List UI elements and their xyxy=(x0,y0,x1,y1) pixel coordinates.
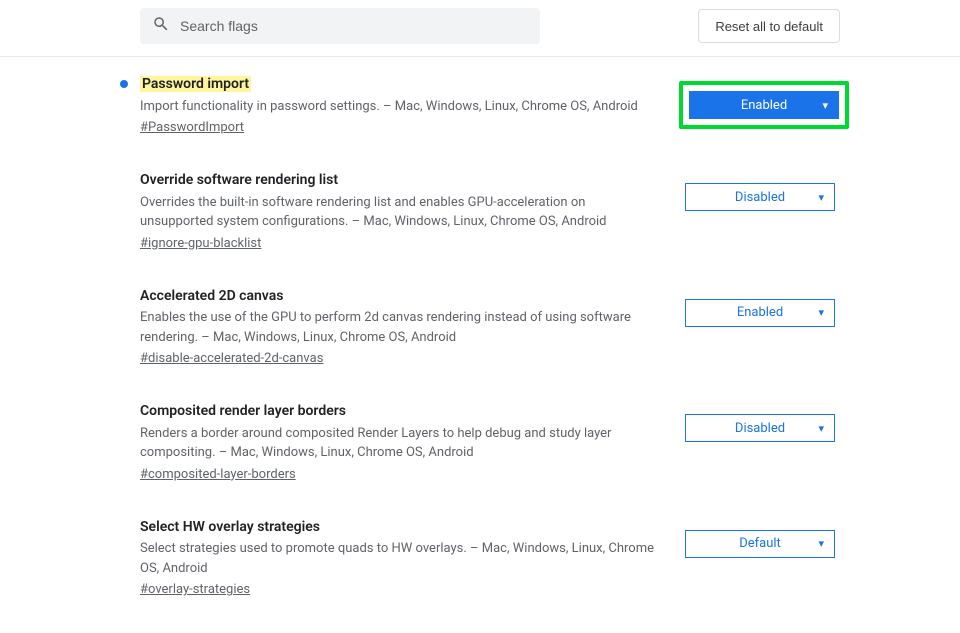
flag-anchor-link[interactable]: #ignore-gpu-blacklist xyxy=(140,236,261,251)
flag-title: Composited render layer borders xyxy=(140,402,661,422)
flag-row: Composited render layer borders Renders … xyxy=(0,402,960,518)
flag-content: Select HW overlay strategies Select stra… xyxy=(140,518,685,598)
flag-control: Disabled xyxy=(685,402,840,482)
flag-content: Composited render layer borders Renders … xyxy=(140,402,685,482)
flag-control: Enabled xyxy=(685,287,840,367)
flag-title: Password import xyxy=(140,76,251,92)
flag-description: Select strategies used to promote quads … xyxy=(140,539,661,578)
flag-row: Select HW overlay strategies Select stra… xyxy=(0,518,960,633)
flag-select[interactable]: Disabled xyxy=(685,414,835,442)
flag-select[interactable]: Enabled xyxy=(685,299,835,327)
flag-anchor-link[interactable]: #composited-layer-borders xyxy=(140,467,296,482)
flag-row: Override software rendering list Overrid… xyxy=(0,171,960,287)
flag-title: Accelerated 2D canvas xyxy=(140,287,661,307)
flag-select[interactable]: Default xyxy=(685,530,835,558)
flag-select-value: Default xyxy=(739,536,781,551)
search-input[interactable] xyxy=(180,18,528,34)
flag-control: Default xyxy=(685,518,840,598)
flag-content: Password import Import functionality in … xyxy=(140,75,685,135)
modified-dot-icon xyxy=(120,80,128,88)
modified-indicator-col xyxy=(120,171,140,251)
flag-select-value: Enabled xyxy=(741,98,787,113)
flag-select-value: Enabled xyxy=(737,305,783,320)
flag-row: Password import Import functionality in … xyxy=(0,75,960,171)
flag-content: Accelerated 2D canvas Enables the use of… xyxy=(140,287,685,367)
flag-control: Enabled xyxy=(685,75,840,135)
flag-description: Renders a border around composited Rende… xyxy=(140,424,661,463)
flag-description: Enables the use of the GPU to perform 2d… xyxy=(140,308,661,347)
highlight-ring: Enabled xyxy=(679,81,849,129)
flag-row: Accelerated 2D canvas Enables the use of… xyxy=(0,287,960,403)
search-container[interactable] xyxy=(140,8,540,44)
flag-anchor-link[interactable]: #overlay-strategies xyxy=(140,582,250,597)
header-bar: Reset all to default xyxy=(0,0,960,57)
flags-list: Password import Import functionality in … xyxy=(0,57,960,633)
flag-title: Select HW overlay strategies xyxy=(140,518,661,538)
flag-select[interactable]: Disabled xyxy=(685,183,835,211)
flag-anchor-link[interactable]: #PasswordImport xyxy=(140,120,244,135)
modified-indicator-col xyxy=(120,75,140,135)
flag-control: Disabled xyxy=(685,171,840,251)
flag-select-value: Disabled xyxy=(735,421,785,436)
flag-description: Import functionality in password setting… xyxy=(140,97,661,117)
search-icon xyxy=(152,15,170,37)
modified-indicator-col xyxy=(120,518,140,598)
flag-select-value: Disabled xyxy=(735,190,785,205)
reset-all-button[interactable]: Reset all to default xyxy=(698,9,840,43)
modified-indicator-col xyxy=(120,402,140,482)
flag-title: Override software rendering list xyxy=(140,171,661,191)
modified-indicator-col xyxy=(120,287,140,367)
flag-anchor-link[interactable]: #disable-accelerated-2d-canvas xyxy=(140,351,323,366)
flag-select[interactable]: Enabled xyxy=(689,91,839,119)
flag-description: Overrides the built-in software renderin… xyxy=(140,193,661,232)
flag-content: Override software rendering list Overrid… xyxy=(140,171,685,251)
